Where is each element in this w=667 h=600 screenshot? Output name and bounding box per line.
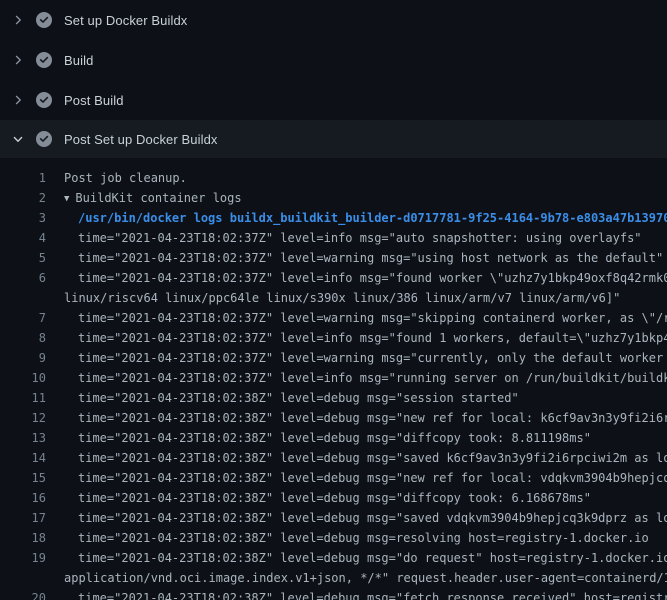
log-line: 3 /usr/bin/docker logs buildx_buildkit_b… [0,208,667,228]
log-command-text: /usr/bin/docker logs buildx_buildkit_bui… [78,208,667,228]
log-text: time="2021-04-23T18:02:37Z" level=info m… [78,228,642,248]
line-number[interactable]: 20 [0,588,46,600]
log-line: 13 time="2021-04-23T18:02:38Z" level=deb… [0,428,667,448]
line-number[interactable]: 1 [0,168,46,188]
step-header-build[interactable]: Build [0,40,667,80]
log-text: time="2021-04-23T18:02:38Z" level=debug … [78,548,667,568]
line-number[interactable]: 17 [0,508,46,528]
check-circle-icon [36,52,52,68]
check-circle-icon [36,12,52,28]
log-text: Post job cleanup. [64,168,187,188]
log-text: time="2021-04-23T18:02:38Z" level=debug … [78,388,519,408]
log-text: BuildKit container logs [75,191,241,205]
line-number[interactable]: 14 [0,448,46,468]
log-text: time="2021-04-23T18:02:37Z" level=warnin… [78,248,663,268]
actions-log-viewer: Set up Docker Buildx Build Post Build Po… [0,0,667,600]
chevron-right-icon [12,14,24,26]
log-line: 7 time="2021-04-23T18:02:37Z" level=warn… [0,308,667,328]
log-line-continuation: linux/riscv64 linux/ppc64le linux/s390x … [0,288,667,308]
step-header-setup-docker-buildx[interactable]: Set up Docker Buildx [0,0,667,40]
step-header-post-build[interactable]: Post Build [0,80,667,120]
log-line: 11 time="2021-04-23T18:02:38Z" level=deb… [0,388,667,408]
line-number[interactable]: 12 [0,408,46,428]
line-number[interactable]: 7 [0,308,46,328]
line-number[interactable]: 10 [0,368,46,388]
log-line-continuation: application/vnd.oci.image.index.v1+json,… [0,568,667,588]
log-text: time="2021-04-23T18:02:38Z" level=debug … [78,468,667,488]
check-circle-icon [36,92,52,108]
step-label: Build [64,53,93,68]
line-number[interactable]: 15 [0,468,46,488]
line-number [0,288,46,308]
step-label: Post Set up Docker Buildx [64,132,218,147]
log-group-header[interactable]: ▼ BuildKit container logs [64,188,242,208]
step-log-output: 1 Post job cleanup. 2 ▼ BuildKit containe… [0,158,667,600]
log-line: 17 time="2021-04-23T18:02:38Z" level=deb… [0,508,667,528]
line-number[interactable]: 16 [0,488,46,508]
line-number[interactable]: 9 [0,348,46,368]
log-text: time="2021-04-23T18:02:38Z" level=debug … [78,528,649,548]
log-line: 8 time="2021-04-23T18:02:37Z" level=info… [0,328,667,348]
log-text: time="2021-04-23T18:02:37Z" level=info m… [78,268,667,288]
log-line-group-toggle: 2 ▼ BuildKit container logs [0,188,667,208]
log-text: time="2021-04-23T18:02:38Z" level=debug … [78,408,667,428]
line-number[interactable]: 11 [0,388,46,408]
log-text: time="2021-04-23T18:02:37Z" level=warnin… [78,308,667,328]
log-line: 5 time="2021-04-23T18:02:37Z" level=warn… [0,248,667,268]
log-text: time="2021-04-23T18:02:38Z" level=debug … [78,588,667,600]
log-line: 4 time="2021-04-23T18:02:37Z" level=info… [0,228,667,248]
chevron-down-icon [12,133,24,145]
log-line: 18 time="2021-04-23T18:02:38Z" level=deb… [0,528,667,548]
line-number[interactable]: 18 [0,528,46,548]
log-text: linux/riscv64 linux/ppc64le linux/s390x … [64,288,620,308]
log-line: 19 time="2021-04-23T18:02:38Z" level=deb… [0,548,667,568]
step-label: Set up Docker Buildx [64,13,187,28]
log-line: 9 time="2021-04-23T18:02:37Z" level=warn… [0,348,667,368]
log-line: 15 time="2021-04-23T18:02:38Z" level=deb… [0,468,667,488]
line-number[interactable]: 4 [0,228,46,248]
log-line: 10 time="2021-04-23T18:02:37Z" level=inf… [0,368,667,388]
log-line: 6 time="2021-04-23T18:02:37Z" level=info… [0,268,667,288]
check-circle-icon [36,131,52,147]
log-line: 16 time="2021-04-23T18:02:38Z" level=deb… [0,488,667,508]
log-line: 1 Post job cleanup. [0,168,667,188]
step-label: Post Build [64,93,124,108]
log-line: 14 time="2021-04-23T18:02:38Z" level=deb… [0,448,667,468]
line-number[interactable]: 6 [0,268,46,288]
log-text: time="2021-04-23T18:02:37Z" level=info m… [78,328,667,348]
line-number[interactable]: 19 [0,548,46,568]
line-number[interactable]: 8 [0,328,46,348]
line-number[interactable]: 2 [0,188,46,208]
log-text: time="2021-04-23T18:02:38Z" level=debug … [78,488,591,508]
chevron-right-icon [12,94,24,106]
log-text: time="2021-04-23T18:02:38Z" level=debug … [78,428,591,448]
log-text: application/vnd.oci.image.index.v1+json,… [64,568,667,588]
log-line: 20 time="2021-04-23T18:02:38Z" level=deb… [0,588,667,600]
step-header-post-setup-docker-buildx[interactable]: Post Set up Docker Buildx [0,120,667,158]
triangle-down-icon: ▼ [64,189,69,208]
line-number[interactable]: 13 [0,428,46,448]
log-text: time="2021-04-23T18:02:38Z" level=debug … [78,508,667,528]
line-number[interactable]: 5 [0,248,46,268]
log-text: time="2021-04-23T18:02:38Z" level=debug … [78,448,667,468]
log-line: 12 time="2021-04-23T18:02:38Z" level=deb… [0,408,667,428]
chevron-right-icon [12,54,24,66]
log-text: time="2021-04-23T18:02:37Z" level=warnin… [78,348,667,368]
line-number[interactable]: 3 [0,208,46,228]
line-number [0,568,46,588]
log-text: time="2021-04-23T18:02:37Z" level=info m… [78,368,667,388]
